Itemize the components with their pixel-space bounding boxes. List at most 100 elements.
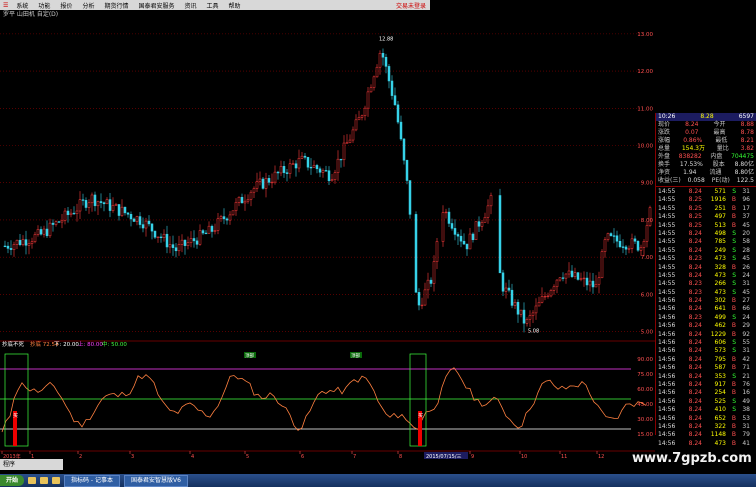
- tick-n: 42: [742, 355, 750, 363]
- candle-body: [246, 199, 250, 202]
- candle-body: [543, 295, 547, 298]
- tick-v: 652: [714, 414, 726, 422]
- menu-system[interactable]: 系统: [11, 1, 33, 10]
- folder-icon[interactable]: [40, 477, 49, 484]
- tick-n: 26: [742, 263, 750, 271]
- start-button[interactable]: 开始: [0, 475, 25, 486]
- tick-p: 8.24: [688, 397, 702, 405]
- candle-body: [330, 179, 334, 182]
- candle-body: [252, 188, 256, 193]
- quote-panel: 10:26 8.28 6597 现价 8.24 今开 8.88 涨跌 0.07 最高 8.78…: [655, 113, 756, 447]
- candle-body: [93, 194, 97, 207]
- menu-analysis[interactable]: 分析: [77, 1, 99, 10]
- candle-body: [69, 212, 73, 216]
- tick-n: 37: [742, 213, 750, 221]
- tick-p: 8.24: [688, 406, 702, 414]
- candle-body: [291, 163, 295, 165]
- candle-body: [309, 166, 313, 169]
- media-icon[interactable]: [52, 477, 61, 484]
- tick-v: 917: [714, 380, 726, 388]
- date-axis-label: 8: [399, 454, 402, 459]
- candle-body: [522, 309, 526, 324]
- kline-chart[interactable]: 12.88 5.08 13.00 12.00 11.00 10.00 9.00 8.00 7.…: [0, 19, 655, 459]
- candle-body: [141, 224, 145, 229]
- price-axis-label: 12.00: [637, 69, 653, 75]
- quote-row: 涨幅 0.86% 最低 8.21: [656, 137, 756, 145]
- date-axis-label: 6: [301, 454, 304, 459]
- app-logo-icon[interactable]: ☰: [0, 2, 11, 9]
- candle-body: [615, 235, 619, 242]
- tick-p: 8.24: [688, 372, 702, 380]
- date-highlight: 2015/07/15/三: [426, 454, 462, 459]
- tick-v: 525: [714, 397, 726, 405]
- tick-v: 785: [714, 238, 726, 246]
- candle-body: [90, 194, 94, 204]
- tick-n: 66: [742, 305, 750, 313]
- tick-t: 14:55: [658, 255, 676, 263]
- indicator-value: 中: 50.00: [102, 340, 127, 348]
- price-axis-label: 10.00: [637, 144, 653, 150]
- price-axis-label: 8.00: [641, 218, 654, 224]
- quote-field: 现价: [658, 121, 671, 128]
- tick-t: 14:56: [658, 297, 676, 305]
- candle-body: [105, 199, 109, 205]
- candle-body: [624, 246, 628, 250]
- candle-body: [138, 216, 142, 225]
- tick-v: 473: [714, 255, 726, 263]
- candle-body: [237, 196, 241, 203]
- menu-help[interactable]: 帮助: [224, 1, 246, 10]
- tick-p: 8.24: [688, 339, 702, 347]
- tick-s: B: [731, 297, 736, 305]
- candle-body: [534, 305, 538, 314]
- candle-body: [639, 247, 643, 251]
- candle-body: [525, 318, 529, 324]
- candle-body: [510, 289, 514, 306]
- menu-news[interactable]: 资讯: [179, 1, 201, 10]
- indicator-axis-label: 75.00: [637, 372, 653, 378]
- candle-body: [234, 202, 238, 212]
- tick-p: 8.25: [688, 196, 702, 204]
- candle-body: [219, 216, 223, 219]
- login-status[interactable]: 交易未登录: [396, 1, 430, 10]
- menu-bar: ☰ 系统 功能 报价 分析 期货行情 国泰君安服务 资讯 工具 帮助 交易未登录: [0, 0, 430, 10]
- menu-quote[interactable]: 报价: [55, 1, 77, 10]
- menu-tools[interactable]: 工具: [202, 1, 224, 10]
- candle-body: [540, 296, 544, 303]
- candle-body: [147, 220, 151, 225]
- candle-body: [75, 210, 79, 214]
- tick-s: S: [732, 229, 736, 237]
- indicator-axis-label: 90.00: [637, 357, 653, 363]
- tick-v: 587: [714, 364, 726, 372]
- menu-service[interactable]: 国泰君安服务: [133, 1, 179, 10]
- tick-p: 8.24: [688, 347, 702, 355]
- tick-list[interactable]: 14:55 8.24 571 S 31 14:55 8.25 1916 B 96 14:55 8.25…: [656, 188, 756, 448]
- quote-field: 涨幅: [658, 137, 671, 144]
- tick-p: 8.24: [688, 389, 702, 397]
- tick-v: 266: [714, 280, 726, 288]
- quote-field: 8.78: [740, 129, 754, 136]
- candle-body: [369, 87, 373, 93]
- candle-body: [324, 170, 328, 172]
- tick-s: B: [731, 305, 736, 313]
- candle-body: [279, 166, 283, 174]
- program-box[interactable]: 程序: [0, 459, 63, 470]
- menu-function[interactable]: 功能: [33, 1, 55, 10]
- tick-p: 8.24: [688, 380, 702, 388]
- candle-body: [294, 163, 298, 169]
- candle-body: [339, 158, 343, 161]
- task-trading-app[interactable]: 国泰君安智慧版V6: [124, 474, 188, 487]
- candle-body: [546, 295, 550, 297]
- buy-label: 买: [418, 412, 423, 419]
- candle-body: [453, 228, 457, 235]
- menu-futures[interactable]: 期货行情: [99, 1, 133, 10]
- tick-row: 14:55 8.23 473 S 45: [656, 255, 756, 263]
- ie-icon[interactable]: [28, 477, 37, 484]
- candle-body: [153, 230, 157, 238]
- date-axis-label: 7: [353, 454, 356, 459]
- candle-body: [603, 239, 607, 252]
- price-axis-label: 9.00: [641, 181, 654, 187]
- task-notepad[interactable]: 指标码 - 记事本: [64, 474, 120, 487]
- candle-body: [327, 170, 331, 182]
- indicator-axis-label: 60.00: [637, 387, 653, 393]
- tick-t: 14:56: [658, 431, 676, 439]
